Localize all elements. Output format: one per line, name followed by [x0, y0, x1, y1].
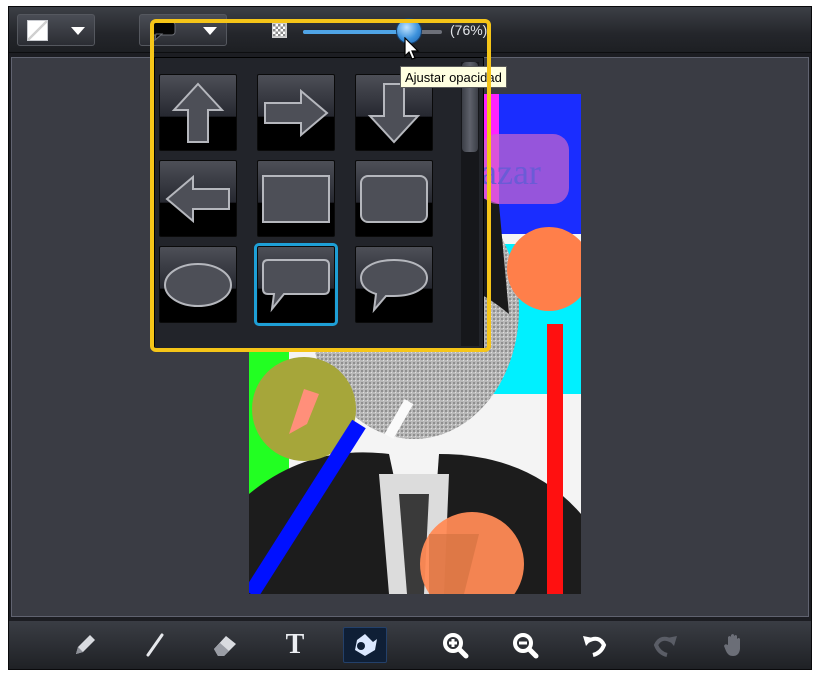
text-tool[interactable]: T — [273, 627, 317, 663]
rounded-rectangle-shape[interactable] — [355, 160, 433, 237]
shape-picker-popup — [154, 57, 484, 350]
arrow-right-icon — [264, 88, 329, 137]
chevron-down-icon — [203, 27, 217, 35]
zoom-out-tool[interactable] — [503, 627, 547, 663]
rectangle-shape[interactable] — [257, 160, 335, 237]
arrow-right-shape[interactable] — [257, 74, 335, 151]
bottom-toolbar: T — [9, 621, 811, 669]
callout-shape-icon — [150, 21, 176, 45]
ellipse-shape[interactable] — [159, 246, 237, 323]
shape-dropdown[interactable] — [139, 14, 227, 46]
rounded-rectangle-icon — [360, 174, 428, 223]
arrow-down-icon — [367, 82, 421, 143]
line-tool[interactable] — [133, 627, 177, 663]
opacity-checkerboard-icon — [272, 23, 287, 38]
undo-icon — [583, 636, 607, 657]
text-icon: T — [285, 629, 305, 660]
arrow-left-icon — [165, 174, 230, 223]
line-icon — [146, 633, 164, 657]
photo-text: azar — [481, 152, 541, 192]
eraser-tool[interactable] — [203, 627, 247, 663]
arrow-up-icon — [171, 82, 225, 143]
opacity-slider-fill — [303, 30, 409, 34]
zoom-out-icon — [513, 633, 539, 659]
chevron-down-icon — [71, 27, 85, 35]
ellipse-icon — [164, 262, 232, 307]
line-color-dropdown[interactable] — [17, 14, 95, 46]
opacity-tooltip: Ajustar opacidad — [400, 66, 507, 88]
pencil-icon — [76, 635, 95, 654]
oval-callout-shape[interactable] — [355, 246, 433, 323]
redo-tool — [643, 627, 687, 663]
pan-tool[interactable] — [713, 627, 757, 663]
redo-icon — [653, 636, 677, 657]
oval-callout-icon — [359, 258, 429, 313]
rectangle-callout-icon — [262, 258, 330, 312]
undo-tool[interactable] — [573, 627, 617, 663]
shapes-icon — [355, 634, 377, 656]
shape-tool[interactable] — [343, 627, 387, 663]
arrow-left-shape[interactable] — [159, 160, 237, 237]
rectangle-icon — [262, 174, 330, 223]
popup-scrollbar[interactable] — [461, 62, 479, 346]
image-editor-window: (76%) azar T Ajustar opacidad — [8, 6, 812, 670]
zoom-in-icon — [443, 633, 469, 659]
eraser-icon — [214, 636, 236, 656]
zoom-in-tool[interactable] — [433, 627, 477, 663]
rectangle-callout-shape[interactable] — [254, 243, 338, 326]
opacity-value-label: (76%) — [450, 22, 488, 38]
pencil-tool[interactable] — [63, 627, 107, 663]
arrow-up-shape[interactable] — [159, 74, 237, 151]
no-color-swatch-icon — [27, 20, 48, 41]
mouse-pointer-icon — [404, 36, 420, 65]
hand-icon — [724, 634, 740, 656]
